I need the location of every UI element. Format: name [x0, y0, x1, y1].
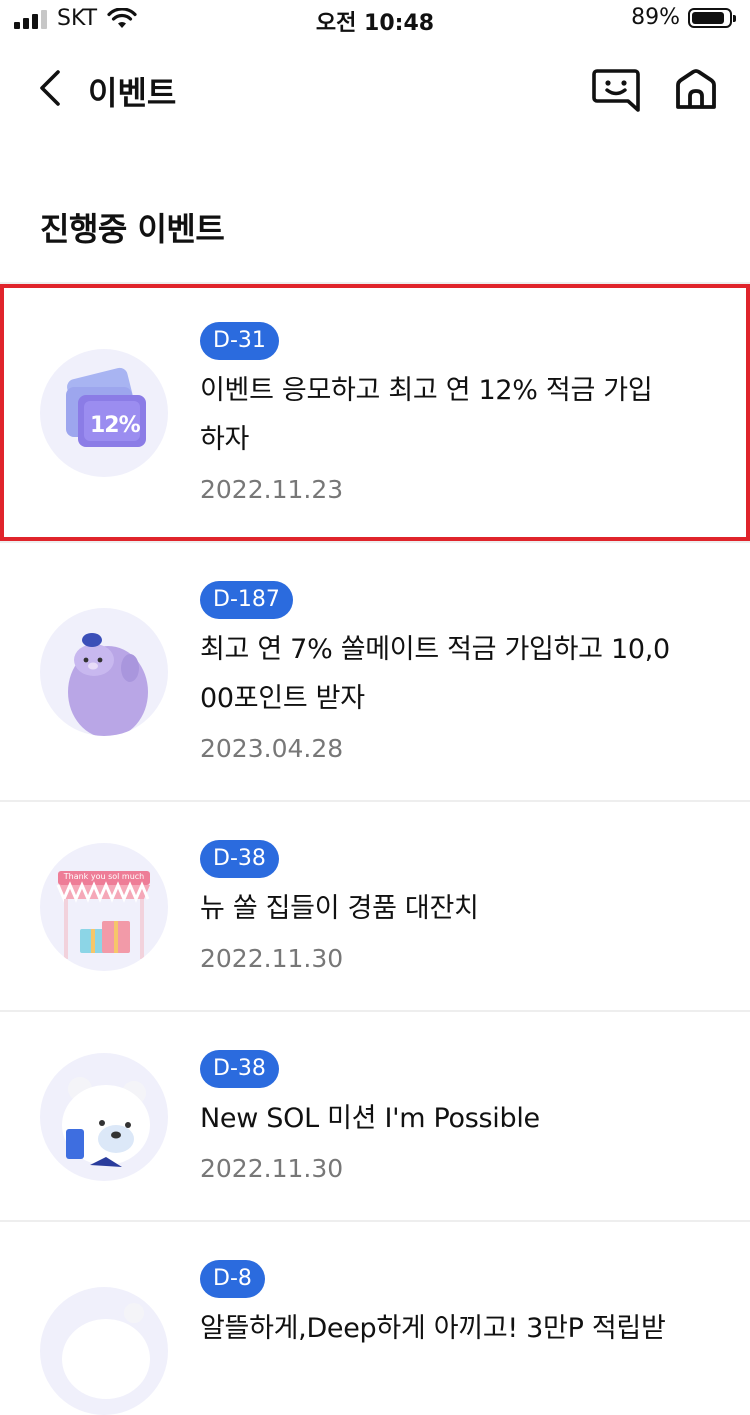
d-day-badge: D-31 [200, 322, 279, 360]
d-day-badge: D-38 [200, 840, 279, 878]
d-day-badge: D-38 [200, 1050, 279, 1088]
d-day-badge: D-187 [200, 581, 293, 619]
event-title: 알뜰하게,Deep하게 아끼고! 3만P 적립받 [200, 1313, 666, 1344]
coupon-label: 12% [90, 413, 141, 438]
battery-percent: 89% [631, 5, 680, 30]
event-item[interactable]: D-38 New SOL 미션 I'm Possible 2022.11.30 [0, 1012, 750, 1220]
battery-fill [692, 11, 725, 24]
event-title: New SOL 미션 I'm Possible [200, 1103, 540, 1134]
event-date: 2022.11.30 [200, 1154, 344, 1183]
event-thumbnail-shop: Thank you sol much [40, 843, 168, 971]
section-title: 진행중 이벤트 [40, 210, 225, 248]
event-thumbnail-mascot [40, 608, 168, 736]
event-date: 2022.11.30 [200, 944, 344, 973]
battery-icon [688, 7, 736, 28]
bear-illustration-icon [62, 1077, 150, 1167]
status-right: 89% [631, 5, 736, 30]
bear-illustration-icon [62, 1303, 150, 1399]
chatbot-icon [592, 69, 640, 112]
event-list: 12% D-31 이벤트 응모하고 최고 연 12% 적금 가입하자 2022.… [0, 282, 750, 1415]
shop-gift-illustration-icon [56, 871, 150, 959]
chatbot-button[interactable] [588, 62, 644, 118]
mascot-illustration-icon [68, 633, 148, 736]
event-item[interactable]: 12% D-31 이벤트 응모하고 최고 연 12% 적금 가입하자 2022.… [0, 284, 750, 541]
status-bar: SKT 오전 10:48 89% [0, 0, 750, 40]
nav-bar: 이벤트 [0, 50, 750, 130]
event-item[interactable]: D-8 알뜰하게,Deep하게 아끼고! 3만P 적립받 [0, 1222, 750, 1415]
shop-sign-label: Thank you sol much [63, 872, 145, 881]
event-title: 최고 연 7% 쏠메이트 적금 가입하고 10,000포인트 받자 [200, 634, 670, 714]
page-title: 이벤트 [88, 74, 177, 112]
event-title: 이벤트 응모하고 최고 연 12% 적금 가입하자 [200, 375, 653, 455]
event-date: 2023.04.28 [200, 734, 344, 763]
event-thumbnail-bear [40, 1053, 168, 1181]
event-thumbnail-coupon: 12% [40, 349, 168, 477]
event-item[interactable]: D-187 최고 연 7% 쏠메이트 적금 가입하고 10,000포인트 받자 … [0, 543, 750, 800]
d-day-badge: D-8 [200, 1260, 265, 1298]
event-thumbnail-bear [40, 1287, 168, 1415]
event-title: 뉴 쏠 집들이 경품 대잔치 [200, 893, 479, 924]
event-item[interactable]: Thank you sol much D-38 뉴 쏠 집들이 경품 대잔치 2… [0, 802, 750, 1010]
event-date: 2022.11.23 [200, 475, 344, 504]
chevron-left-icon [40, 70, 60, 106]
home-icon [676, 69, 716, 109]
back-button[interactable] [28, 64, 72, 112]
home-button[interactable] [668, 62, 724, 118]
